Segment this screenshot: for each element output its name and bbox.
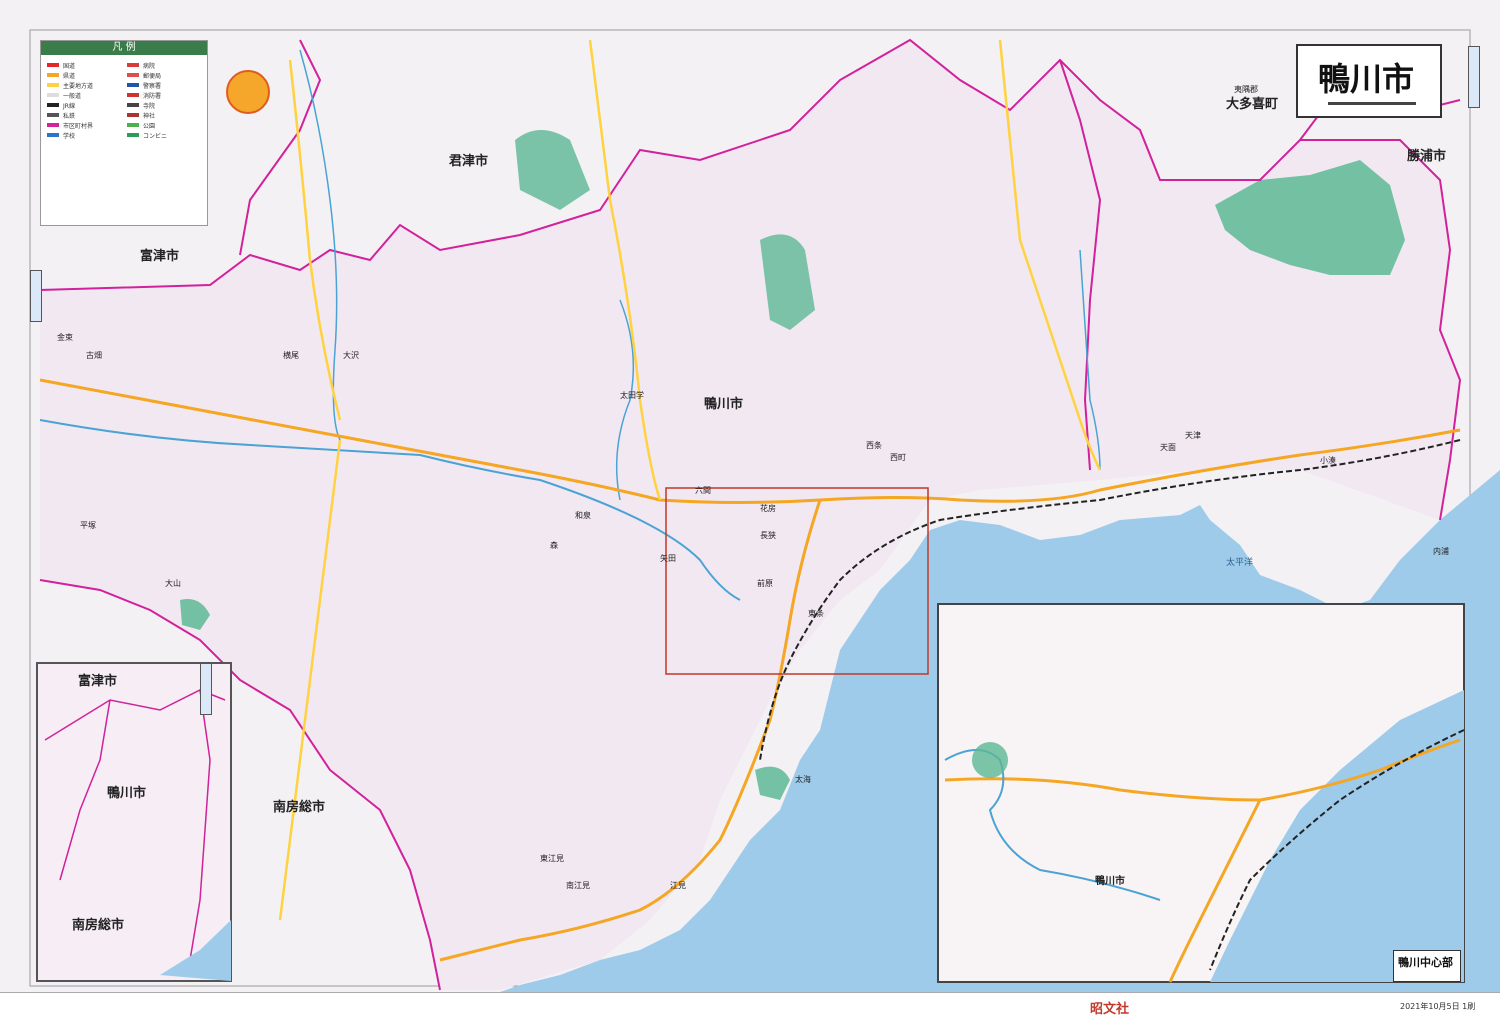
legend-swatch: [47, 133, 59, 137]
place-label: 西町: [890, 453, 906, 462]
place-label: 古畑: [86, 351, 102, 360]
legend-item: 警察署: [143, 83, 162, 90]
legend-item: 学校: [63, 133, 76, 140]
legend-swatch: [127, 133, 139, 137]
place-label: 小湊: [1320, 456, 1336, 465]
legend-header: 凡 例: [41, 41, 207, 55]
place-label: 六間: [695, 486, 711, 495]
place-label: 前原: [757, 579, 773, 588]
map-page: 鴨川市 凡 例 国道 県道 主要地方道 一般道 JR線 私鉄 市区町村界 学校 …: [0, 0, 1500, 1020]
legend-item: 市区町村界: [63, 123, 94, 130]
legend-swatch: [47, 123, 59, 127]
legend-item: 公園: [143, 123, 156, 130]
legend-item: 一般道: [63, 93, 82, 100]
place-label: 大山: [165, 579, 181, 588]
place-label: 天面: [1160, 443, 1176, 452]
legend-item: 寺院: [143, 103, 156, 110]
legend-swatch: [47, 103, 59, 107]
place-label: 長狭: [760, 531, 776, 540]
legend-item: 消防署: [143, 93, 162, 100]
legend-swatch: [47, 83, 59, 87]
label-isumi-gun: 夷隅郡: [1234, 85, 1258, 94]
place-label: 東条: [808, 609, 824, 618]
footer-bar: 昭文社 2021年10月5日 1刷: [0, 992, 1500, 1020]
legend-swatch: [127, 73, 139, 77]
overview-label-kamogawa: 鴨川市: [107, 786, 147, 801]
place-label: 太田学: [620, 391, 644, 400]
legend-swatch: [47, 93, 59, 97]
inset-park: [972, 742, 1008, 778]
place-label: 太海: [795, 775, 811, 784]
place-label: 東江見: [540, 854, 564, 863]
map-title-box: 鴨川市: [1296, 44, 1442, 118]
label-kimitsu: 君津市: [449, 154, 489, 169]
scale-bar: [1328, 102, 1416, 105]
label-katsuura: 勝浦市: [1407, 149, 1447, 164]
legend-swatch: [47, 63, 59, 67]
publisher-logo: 昭文社: [1090, 1002, 1130, 1017]
legend-panel: 凡 例 国道 県道 主要地方道 一般道 JR線 私鉄 市区町村界 学校 病院 郵…: [40, 40, 208, 226]
compass-icon: [226, 70, 270, 114]
inset-label-kamogawa: 鴨川市: [1095, 876, 1125, 887]
legend-swatch: [47, 73, 59, 77]
place-label: 金束: [57, 333, 73, 342]
legend-swatch: [127, 123, 139, 127]
center-inset-panel[interactable]: [937, 603, 1465, 983]
legend-item: 県道: [63, 73, 76, 80]
place-label: 大沢: [343, 351, 359, 360]
legend-item: 私鉄: [63, 113, 76, 120]
place-label: 平塚: [80, 521, 96, 530]
legend-item: 病院: [143, 63, 156, 70]
place-label: 森: [550, 541, 558, 550]
place-label: 天津: [1185, 431, 1201, 440]
label-otaki: 大多喜町: [1226, 97, 1279, 112]
place-label: 南江見: [566, 881, 590, 890]
place-label: 和泉: [575, 511, 591, 520]
legend-item: 郵便局: [143, 73, 162, 80]
legend-item: 主要地方道: [63, 83, 94, 90]
print-date: 2021年10月5日 1刷: [1400, 1002, 1476, 1011]
overview-label-futtsu: 富津市: [78, 674, 118, 689]
legend-swatch: [127, 63, 139, 67]
side-tab-inset[interactable]: [200, 663, 212, 715]
inset-title: 鴨川中心部: [1398, 956, 1453, 969]
place-label: 西条: [866, 441, 882, 450]
legend-swatch: [127, 93, 139, 97]
label-kamogawa: 鴨川市: [704, 397, 744, 412]
side-tab-right[interactable]: [1468, 46, 1480, 108]
legend-item: コンビニ: [143, 133, 168, 140]
legend-swatch: [127, 113, 139, 117]
legend-item: 神社: [143, 113, 156, 120]
place-label: 江見: [670, 881, 686, 890]
label-futtsu: 富津市: [140, 249, 180, 264]
legend-item: JR線: [63, 103, 75, 110]
place-label: 内浦: [1433, 547, 1449, 556]
map-canvas[interactable]: [0, 0, 1500, 992]
place-label: 矢田: [660, 554, 676, 563]
label-minamiboso: 南房総市: [273, 800, 326, 815]
label-pacific: 太平洋: [1226, 558, 1254, 568]
side-tab-left[interactable]: [30, 270, 42, 322]
place-label: 横尾: [283, 351, 299, 360]
overview-label-minamiboso: 南房総市: [72, 918, 125, 933]
legend-swatch: [47, 113, 59, 117]
place-label: 花房: [760, 504, 776, 513]
inset-caption: 鴨川中心部: [1393, 950, 1461, 982]
map-title: 鴨川市: [1318, 60, 1415, 98]
legend-item: 国道: [63, 63, 76, 70]
legend-swatch: [127, 103, 139, 107]
legend-swatch: [127, 83, 139, 87]
